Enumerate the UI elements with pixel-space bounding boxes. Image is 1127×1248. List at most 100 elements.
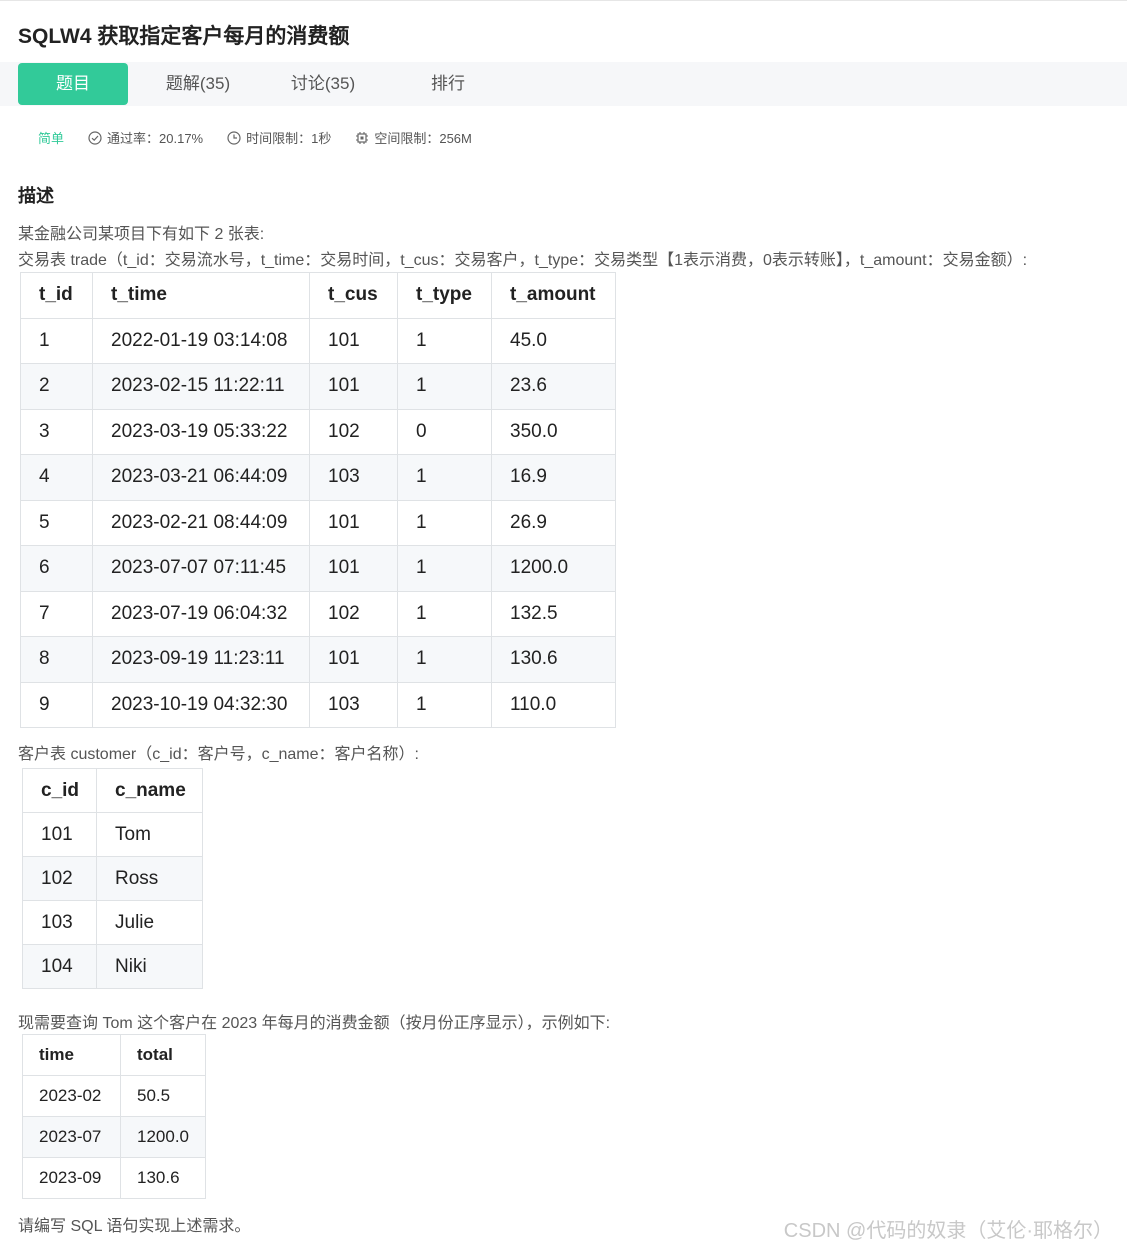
table-cell: 2022-01-19 03:14:08 [92,317,310,364]
table-cell: 2023-07-19 06:04:32 [92,590,310,637]
clock-icon [227,130,241,145]
customer-row: 103 Julie [22,900,203,945]
pass-rate: 通过率：20.17% [88,128,203,147]
table-cell: 101 [22,812,97,857]
page-title: SQLW4 获取指定客户每月的消费额 [18,25,350,48]
table-cell: 3 [20,408,93,455]
result-header-time: time [22,1034,121,1076]
check-circle-icon [88,130,102,145]
table-cell: 101 [309,363,398,410]
table-cell: 130.6 [120,1157,206,1199]
trade-table-description: 交易表 trade（t_id：交易流水号，t_time：交易时间，t_cus：交… [18,252,1028,269]
table-cell: 4 [20,454,93,501]
customer-header-c-name: c_name [96,768,203,813]
trade-row: 1 2022-01-19 03:14:08 101 1 45.0 [20,317,616,364]
result-header-total: total [120,1034,206,1076]
result-row: 2023-02 50.5 [22,1075,206,1117]
description-intro: 某金融公司某项目下有如下 2 张表: [18,226,265,243]
trade-row: 7 2023-07-19 06:04:32 102 1 132.5 [20,590,616,637]
result-row: 2023-09 130.6 [22,1157,206,1199]
trade-header-t-amount: t_amount [491,272,616,319]
table-cell: 9 [20,681,93,728]
customer-row: 104 Niki [22,944,203,989]
tab-solutions[interactable]: 题解(35) [143,63,253,105]
table-cell: 130.6 [491,636,616,683]
top-divider [0,0,1127,1]
table-cell: 6 [20,545,93,592]
table-cell: 101 [309,636,398,683]
table-cell: 1200.0 [120,1116,206,1158]
table-cell: 16.9 [491,454,616,501]
table-cell: 1 [397,499,492,546]
trade-row: 3 2023-03-19 05:33:22 102 0 350.0 [20,408,616,455]
table-cell: 1 [397,317,492,364]
table-cell: 2023-03-21 06:44:09 [92,454,310,501]
table-cell: Tom [96,812,203,857]
table-cell: 2023-02 [22,1075,121,1117]
time-limit: 时间限制：1秒 [227,128,331,147]
customer-header-c-id: c_id [22,768,97,813]
table-cell: Niki [96,944,203,989]
trade-row: 9 2023-10-19 04:32:30 103 1 110.0 [20,681,616,728]
table-cell: 7 [20,590,93,637]
table-cell: 2023-02-15 11:22:11 [92,363,310,410]
trade-row: 2 2023-02-15 11:22:11 101 1 23.6 [20,363,616,410]
result-example-table: time total 2023-02 50.5 2023-07 1200.0 2023-… [22,1034,206,1199]
problem-meta: 简单 通过率：20.17% 时间限制：1秒 空间限制：256M [38,128,496,147]
trade-row: 5 2023-02-21 08:44:09 101 1 26.9 [20,499,616,546]
trade-header-t-type: t_type [397,272,492,319]
table-cell: 0 [397,408,492,455]
table-cell: 1 [397,636,492,683]
table-cell: 102 [22,856,97,901]
customer-table: c_id c_name 101 Tom 102 Ross 103 Julie 104 Niki [22,768,203,989]
tab-problem[interactable]: 题目 [18,63,128,105]
table-cell: 5 [20,499,93,546]
table-cell: 1 [397,545,492,592]
tab-ranking[interactable]: 排行 [393,63,503,105]
description-heading: 描述 [18,186,54,206]
table-cell: 110.0 [491,681,616,728]
table-cell: 350.0 [491,408,616,455]
trade-row: 8 2023-09-19 11:23:11 101 1 130.6 [20,636,616,683]
table-cell: 45.0 [491,317,616,364]
result-row: 2023-07 1200.0 [22,1116,206,1158]
trade-header-t-id: t_id [20,272,93,319]
query-description: 现需要查询 Tom 这个客户在 2023 年每月的消费金额（按月份正序显示），示… [18,1015,611,1032]
trade-header-t-time: t_time [92,272,310,319]
tab-discussion[interactable]: 讨论(35) [268,63,378,105]
table-cell: 103 [309,454,398,501]
memory-limit-text: 空间限制：256M [374,131,472,146]
table-cell: 2 [20,363,93,410]
table-cell: 101 [309,499,398,546]
table-cell: 26.9 [491,499,616,546]
table-cell: 101 [309,317,398,364]
tab-bar: 题目 题解(35) 讨论(35) 排行 [0,62,1127,106]
trade-header-t-cus: t_cus [309,272,398,319]
table-cell: 23.6 [491,363,616,410]
table-cell: 132.5 [491,590,616,637]
table-cell: 1 [397,590,492,637]
task-instruction: 请编写 SQL 语句实现上述需求。 [18,1218,251,1235]
difficulty-badge: 简单 [38,131,65,146]
trade-row: 6 2023-07-07 07:11:45 101 1 1200.0 [20,545,616,592]
time-limit-text: 时间限制：1秒 [246,131,332,146]
chip-icon [356,131,369,144]
table-cell: Ross [96,856,203,901]
memory-limit: 空间限制：256M [355,128,472,147]
table-cell: 102 [309,590,398,637]
table-cell: 1 [397,363,492,410]
table-cell: 2023-09 [22,1157,121,1199]
table-cell: 1 [20,317,93,364]
table-cell: 2023-03-19 05:33:22 [92,408,310,455]
table-cell: 1 [397,681,492,728]
table-cell: 2023-07-07 07:11:45 [92,545,310,592]
trade-table: t_id t_time t_cus t_type t_amount 1 2022-… [20,272,616,728]
customer-row: 102 Ross [22,856,203,901]
table-cell: 104 [22,944,97,989]
table-cell: 1200.0 [491,545,616,592]
table-cell: 2023-02-21 08:44:09 [92,499,310,546]
table-cell: 1 [397,454,492,501]
table-cell: Julie [96,900,203,945]
table-cell: 2023-10-19 04:32:30 [92,681,310,728]
table-cell: 101 [309,545,398,592]
